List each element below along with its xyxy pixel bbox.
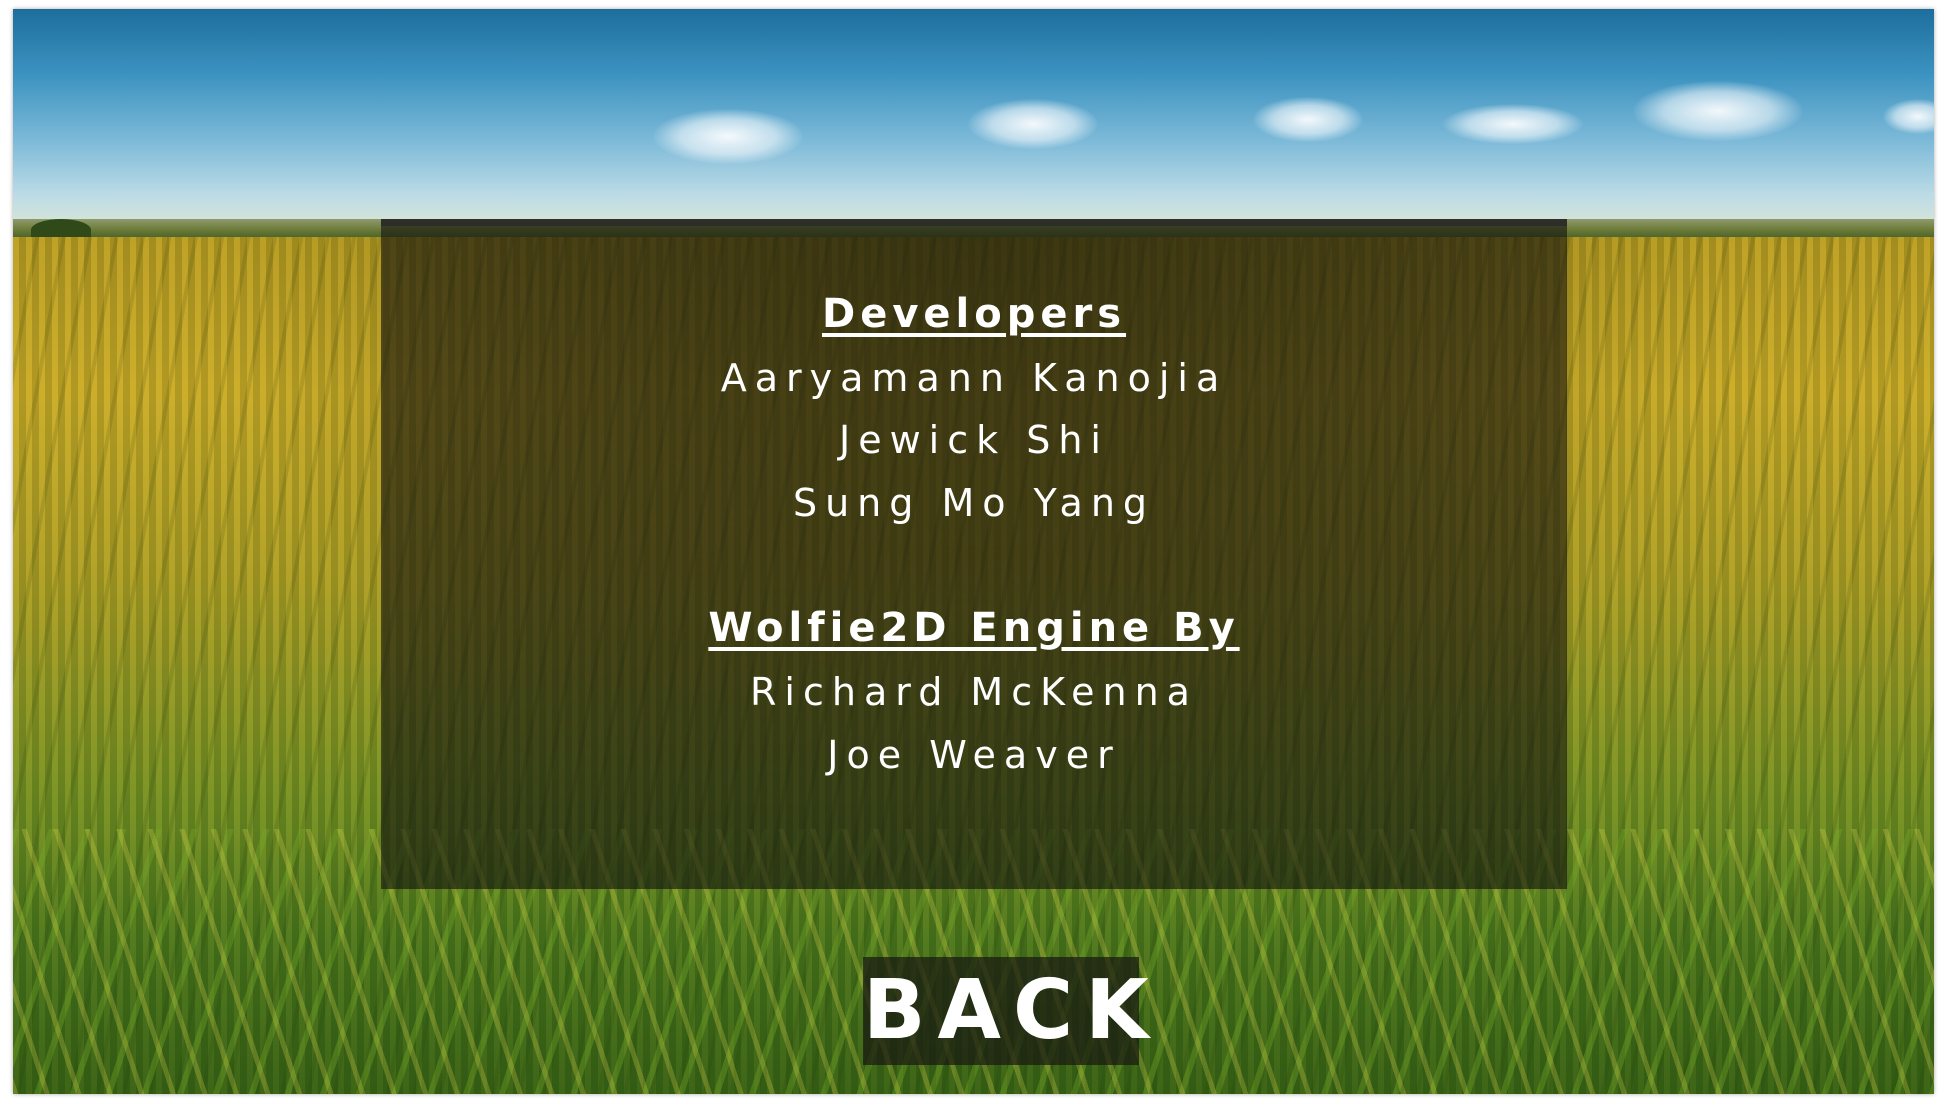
cloud (1633, 81, 1803, 141)
developer-name: Jewick Shi (839, 418, 1109, 462)
engine-author-name: Richard McKenna (750, 670, 1198, 714)
background-sky (13, 9, 1934, 225)
cloud (653, 109, 803, 164)
back-button[interactable]: BACK (863, 957, 1149, 1065)
cloud (1883, 99, 1934, 134)
engine-heading-text: Wolfie2D Engine By (708, 605, 1240, 651)
developers-heading: Developers (381, 290, 1567, 338)
engine-author-name: Joe Weaver (827, 733, 1121, 777)
cloud (1443, 104, 1583, 144)
engine-heading: Wolfie2D Engine By (381, 604, 1567, 652)
cloud (1253, 97, 1363, 142)
credits-panel: Developers Aaryamann Kanojia Jewick Shi … (381, 219, 1567, 889)
cloud (968, 99, 1098, 149)
developers-heading-text: Developers (821, 291, 1127, 337)
game-screen: Developers Aaryamann Kanojia Jewick Shi … (13, 9, 1934, 1094)
developer-name: Aaryamann Kanojia (720, 356, 1228, 400)
developer-name: Sung Mo Yang (792, 481, 1156, 525)
